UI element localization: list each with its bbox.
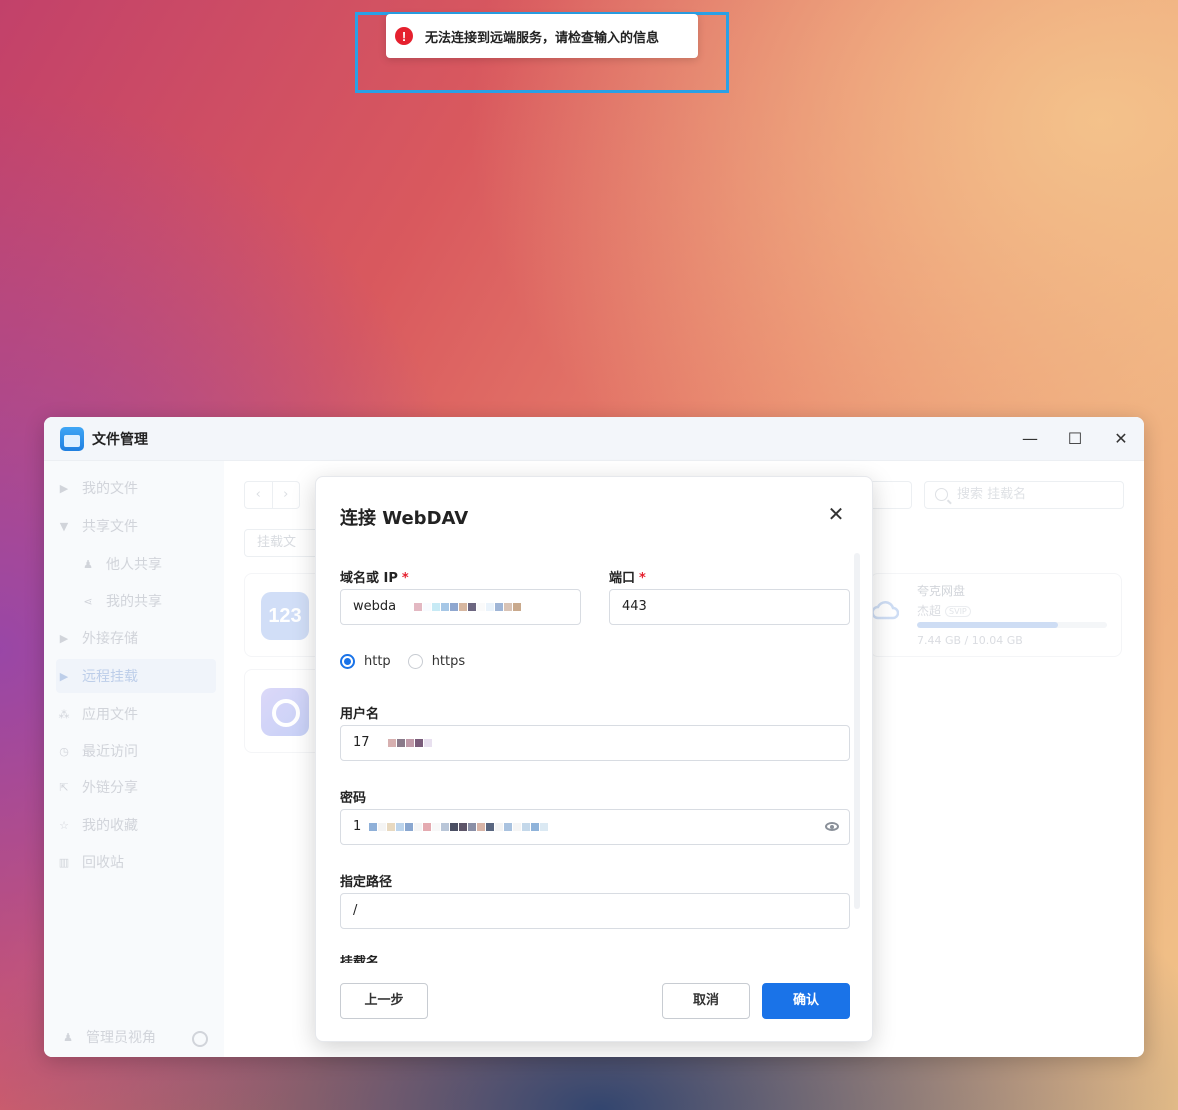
host-input[interactable]: webda [340,589,581,625]
required-mark: * [401,571,409,586]
required-mark: * [639,571,646,586]
dialog-close-icon[interactable]: ✕ [825,503,847,525]
redacted-text [369,819,549,834]
cancel-button[interactable]: 取消 [662,983,750,1019]
username-input[interactable]: 17 [340,725,850,761]
error-toast: ! 无法连接到远端服务，请检查输入的信息 [386,14,698,58]
dialog-scrollbar[interactable] [854,553,860,909]
host-label-text: 域名或 IP [340,571,398,586]
redacted-text [387,735,433,750]
dialog-title: 连接 WebDAV [340,508,469,529]
password-input[interactable]: 1 [340,809,850,845]
webdav-dialog: 连接 WebDAV ✕ 域名或 IP * webda 端口 * 443 http h… [315,476,873,1042]
host-label: 域名或 IP * [340,567,409,586]
radio-http[interactable] [340,654,355,669]
error-icon: ! [395,27,413,45]
maximize-button[interactable]: ☐ [1065,429,1085,449]
radio-https[interactable] [407,654,423,669]
redacted-text [414,599,522,614]
port-label: 端口 * [609,567,646,586]
username-value: 17 [353,735,370,750]
mount-name-label: 挂载名 [340,955,380,963]
minimize-button[interactable]: — [1020,429,1040,449]
file-manager-app-icon [60,426,84,451]
titlebar: 文件管理 — ☐ ✕ [44,417,1144,461]
password-label: 密码 [340,791,367,806]
confirm-button[interactable]: 确认 [762,983,850,1019]
port-label-text: 端口 [609,571,636,586]
radio-https-label: https [431,654,466,669]
password-value: 1 [353,819,362,834]
close-window-button[interactable]: ✕ [1111,429,1131,449]
port-input[interactable]: 443 [609,589,850,625]
path-input[interactable]: / [340,893,850,929]
toast-message: 无法连接到远端服务，请检查输入的信息 [425,30,660,46]
username-label: 用户名 [340,707,380,722]
host-value: webda [353,599,397,614]
protocol-radio-group: http https [340,654,465,669]
previous-step-button[interactable]: 上一步 [340,983,428,1019]
radio-http-label: http [364,654,391,669]
eye-icon[interactable] [825,822,839,831]
window-title: 文件管理 [92,431,148,448]
path-label: 指定路径 [340,875,393,890]
